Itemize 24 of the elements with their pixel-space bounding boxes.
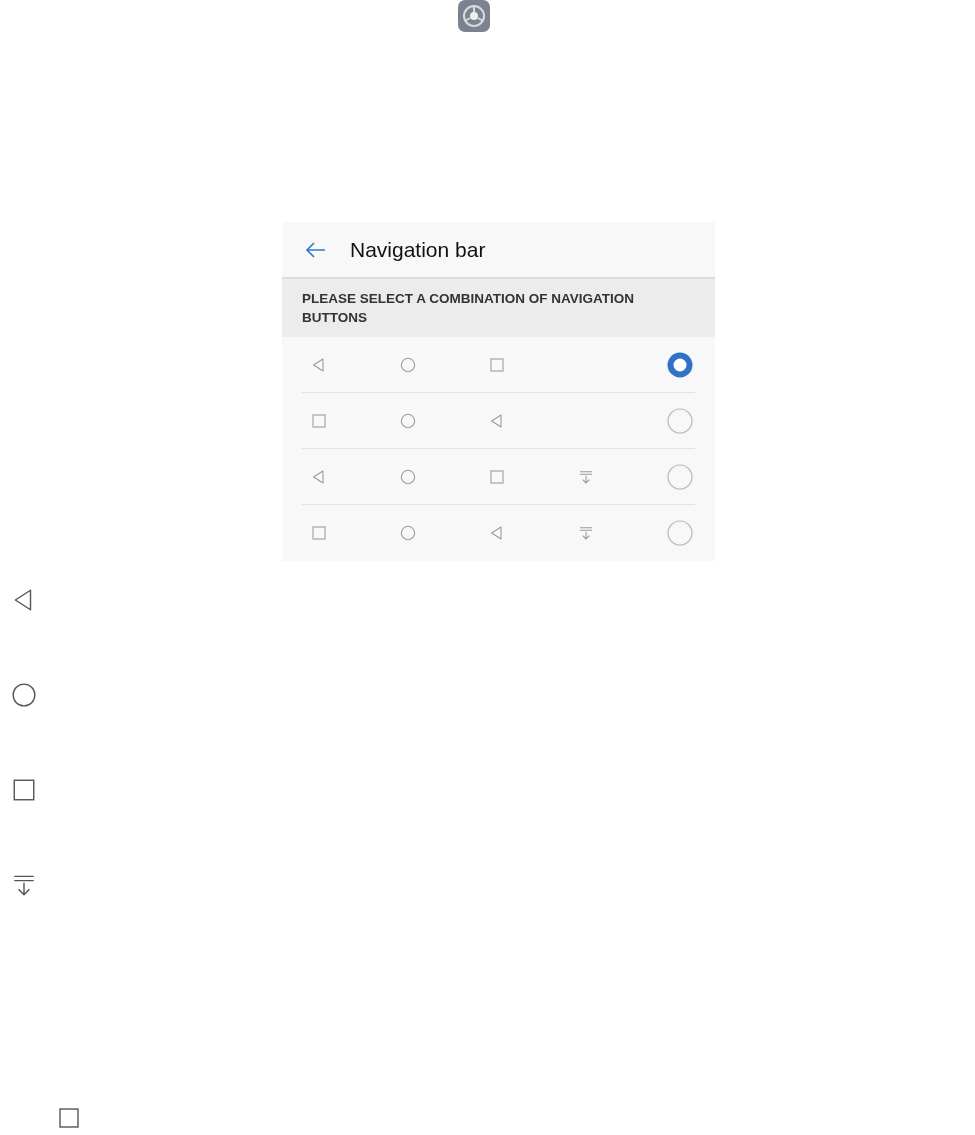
back-icon <box>489 525 505 541</box>
screen-title: Navigation bar <box>350 236 486 263</box>
notification-shade-icon <box>578 525 594 541</box>
recents-icon <box>311 412 327 429</box>
section-header: PLEASE SELECT A COMBINATION OF NAVIGATION BUTTONS <box>302 290 635 327</box>
recents-icon <box>57 1106 81 1130</box>
recents-icon <box>489 356 505 373</box>
settings-app-icon <box>458 0 490 32</box>
back-icon <box>311 468 327 485</box>
radio-button[interactable] <box>667 407 693 434</box>
recents-icon <box>489 468 505 485</box>
home-icon <box>400 525 416 541</box>
home-icon <box>400 356 416 373</box>
radio-button[interactable] <box>667 520 693 546</box>
back-icon <box>311 356 327 373</box>
home-icon <box>11 682 37 708</box>
radio-button[interactable] <box>667 351 693 378</box>
home-icon <box>400 468 416 485</box>
recents-icon <box>11 777 37 803</box>
home-icon <box>400 412 416 429</box>
recents-icon <box>311 525 327 541</box>
back-icon <box>489 412 505 429</box>
notification-shade-icon <box>578 468 594 485</box>
radio-button[interactable] <box>667 463 693 490</box>
